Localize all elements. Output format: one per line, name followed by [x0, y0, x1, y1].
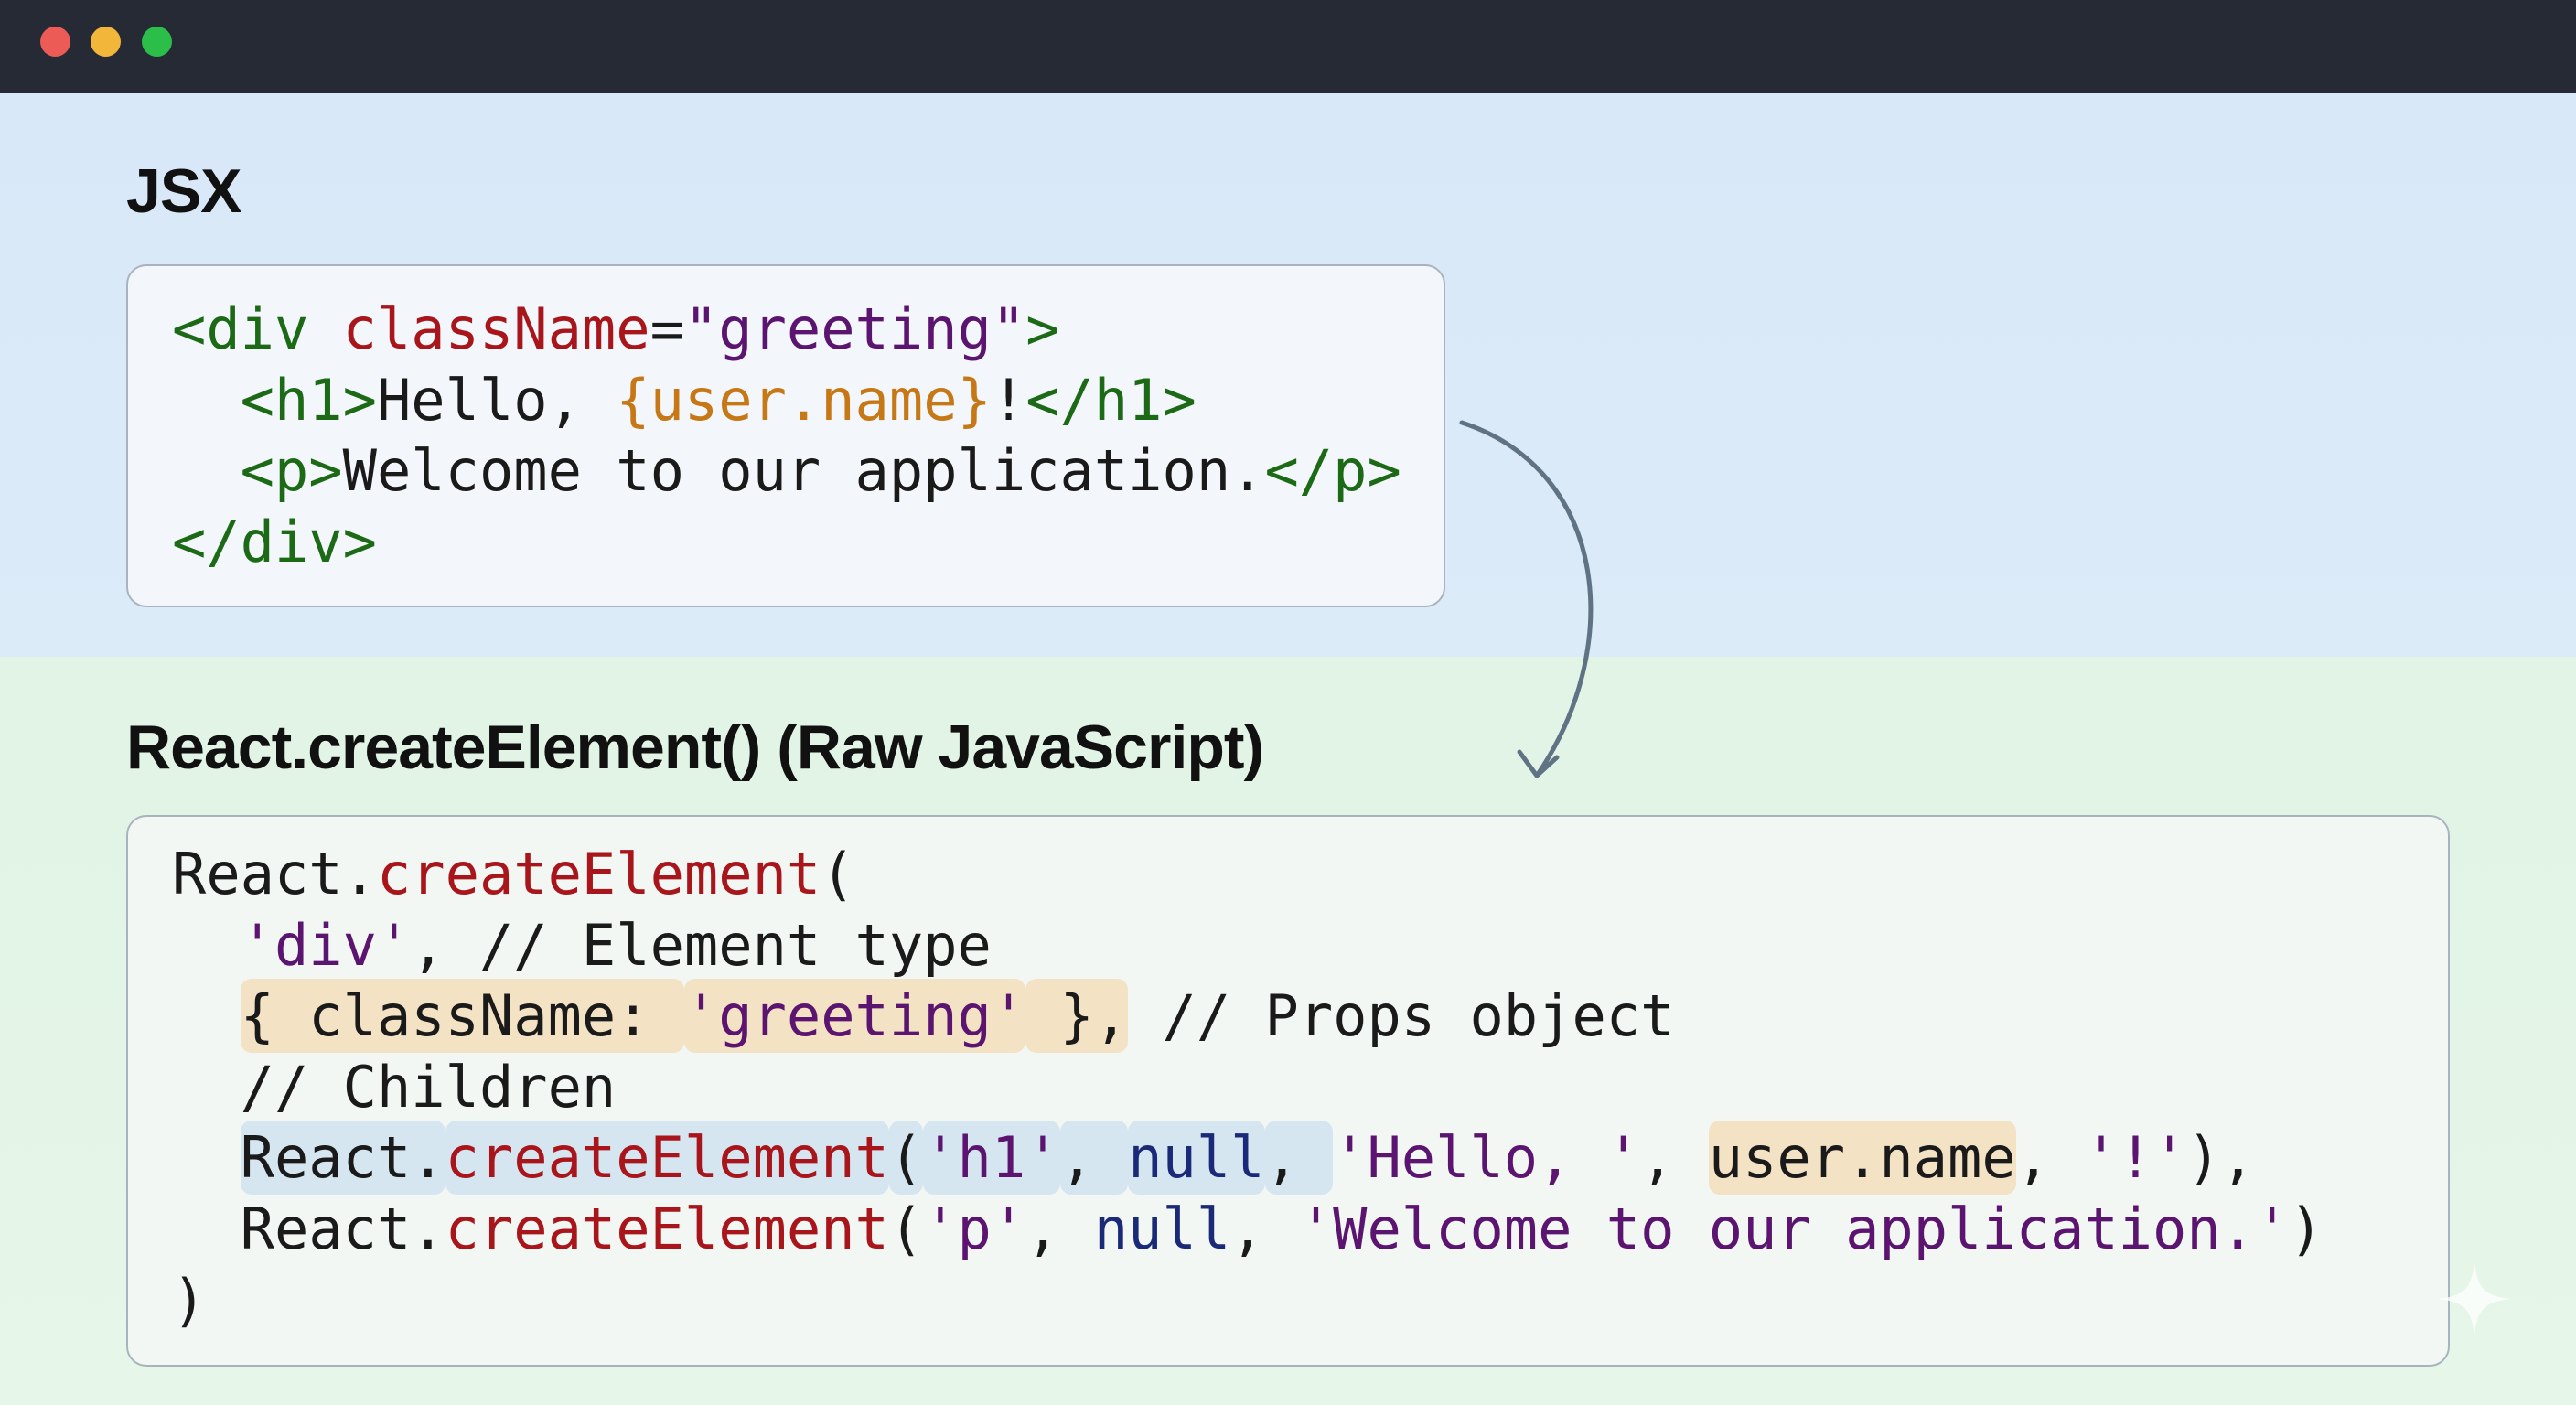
sparkle-icon: [2437, 1261, 2512, 1336]
curved-arrow-icon: [1459, 420, 1594, 778]
